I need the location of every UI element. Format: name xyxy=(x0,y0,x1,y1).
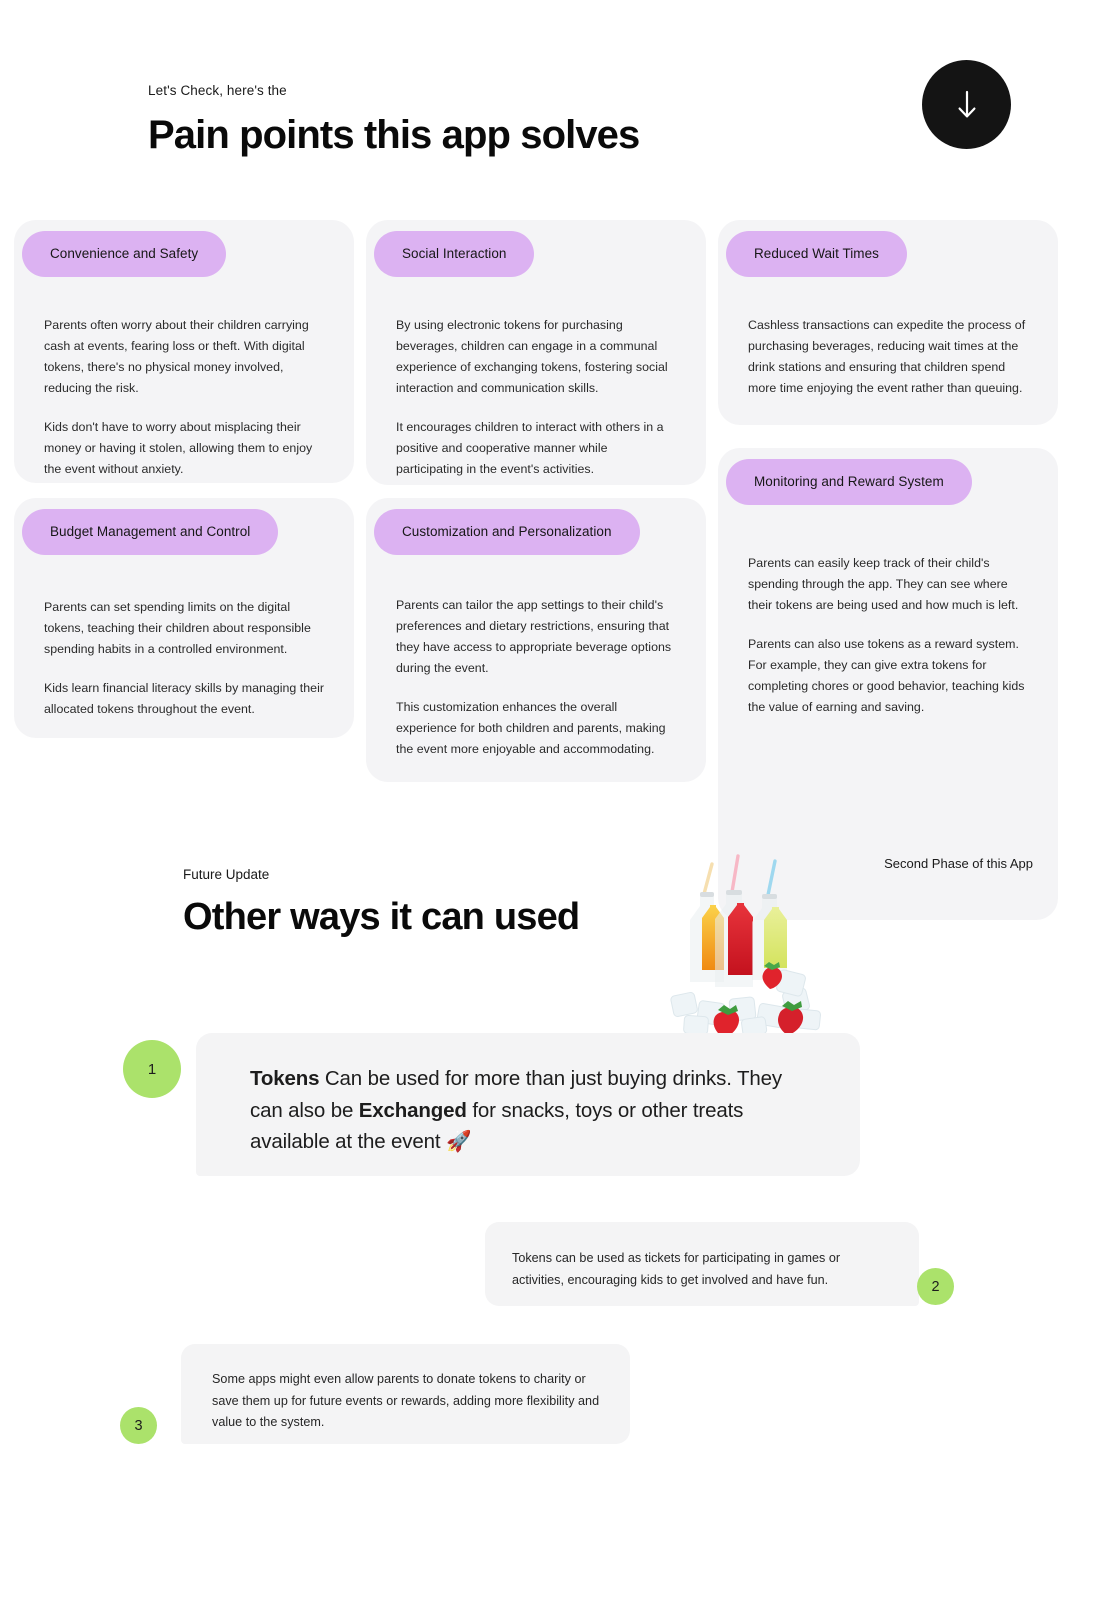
card-paragraph: Kids don't have to worry about misplacin… xyxy=(44,420,313,476)
section-one-header: Let's Check, here's the Pain points this… xyxy=(148,82,848,159)
card-pill-label: Reduced Wait Times xyxy=(726,231,907,277)
card-body: By using electronic tokens for purchasin… xyxy=(366,277,706,480)
pain-point-card: Reduced Wait Times Cashless transactions… xyxy=(718,220,1058,425)
card-paragraph: Parents can tailor the app settings to t… xyxy=(396,598,672,675)
card-pill-label: Customization and Personalization xyxy=(374,509,640,555)
page-title: Pain points this app solves xyxy=(148,113,640,157)
card-paragraph: Parents can also use tokens as a reward … xyxy=(748,637,1025,714)
section-one-eyebrow: Let's Check, here's the xyxy=(148,83,287,98)
chat-bubble: Tokens can be used as tickets for partic… xyxy=(485,1222,919,1306)
chat-bubble-text: Some apps might even allow parents to do… xyxy=(212,1372,600,1429)
card-pill-label: Monitoring and Reward System xyxy=(726,459,972,505)
card-paragraph: By using electronic tokens for purchasin… xyxy=(396,318,668,395)
card-body: Cashless transactions can expedite the p… xyxy=(718,277,1058,399)
card-paragraph: Parents can set spending limits on the d… xyxy=(44,600,311,656)
card-pill-label: Convenience and Safety xyxy=(22,231,227,277)
drink-bottles-image xyxy=(638,840,850,1040)
bubble-number-badge: 3 xyxy=(120,1407,157,1444)
card-body: Parents can set spending limits on the d… xyxy=(14,555,354,720)
chat-bubble-text: Tokens can be used as tickets for partic… xyxy=(512,1251,841,1287)
card-body: Parents often worry about their children… xyxy=(14,277,354,480)
chat-bubble-lead: Tokens xyxy=(250,1067,320,1090)
card-pill-wrap: Reduced Wait Times xyxy=(718,220,1058,277)
card-paragraph: Cashless transactions can expedite the p… xyxy=(748,318,1026,395)
pain-point-cards-grid: Convenience and Safety Parents often wor… xyxy=(0,220,1095,920)
card-pill-wrap: Monitoring and Reward System xyxy=(718,448,1058,505)
pain-point-card: Social Interaction By using electronic t… xyxy=(366,220,706,485)
card-paragraph: Parents often worry about their children… xyxy=(44,318,309,395)
pain-point-card: Convenience and Safety Parents often wor… xyxy=(14,220,354,483)
card-paragraph: Parents can easily keep track of their c… xyxy=(748,556,1019,612)
card-pill-wrap: Convenience and Safety xyxy=(14,220,354,277)
arrow-down-icon xyxy=(956,90,978,120)
card-body: Parents can easily keep track of their c… xyxy=(718,505,1058,718)
pain-point-card: Budget Management and Control Parents ca… xyxy=(14,498,354,738)
scroll-down-button[interactable] xyxy=(922,60,1011,149)
card-pill-wrap: Customization and Personalization xyxy=(366,498,706,555)
chat-bubble: Tokens Can be used for more than just bu… xyxy=(196,1033,860,1176)
card-pill-label: Budget Management and Control xyxy=(22,509,279,555)
card-pill-wrap: Budget Management and Control xyxy=(14,498,354,555)
card-pill-wrap: Social Interaction xyxy=(366,220,706,277)
card-body: Parents can tailor the app settings to t… xyxy=(366,555,706,760)
pain-point-card: Customization and Personalization Parent… xyxy=(366,498,706,782)
card-paragraph: Kids learn financial literacy skills by … xyxy=(44,681,324,716)
chat-bubble: Some apps might even allow parents to do… xyxy=(181,1344,630,1444)
bubble-number-badge: 2 xyxy=(917,1268,954,1305)
chat-bubble-emphasis: Exchanged xyxy=(358,1098,467,1122)
page-root: Let's Check, here's the Pain points this… xyxy=(0,0,1095,1600)
card-pill-label: Social Interaction xyxy=(374,231,535,277)
card-paragraph: This customization enhances the overall … xyxy=(396,700,666,756)
card-paragraph: It encourages children to interact with … xyxy=(396,420,664,476)
second-phase-label: Second Phase of this App xyxy=(884,856,1033,871)
bubble-number-badge: 1 xyxy=(123,1040,181,1098)
chat-bubble-text: Tokens Can be used for more than just bu… xyxy=(250,1063,818,1158)
